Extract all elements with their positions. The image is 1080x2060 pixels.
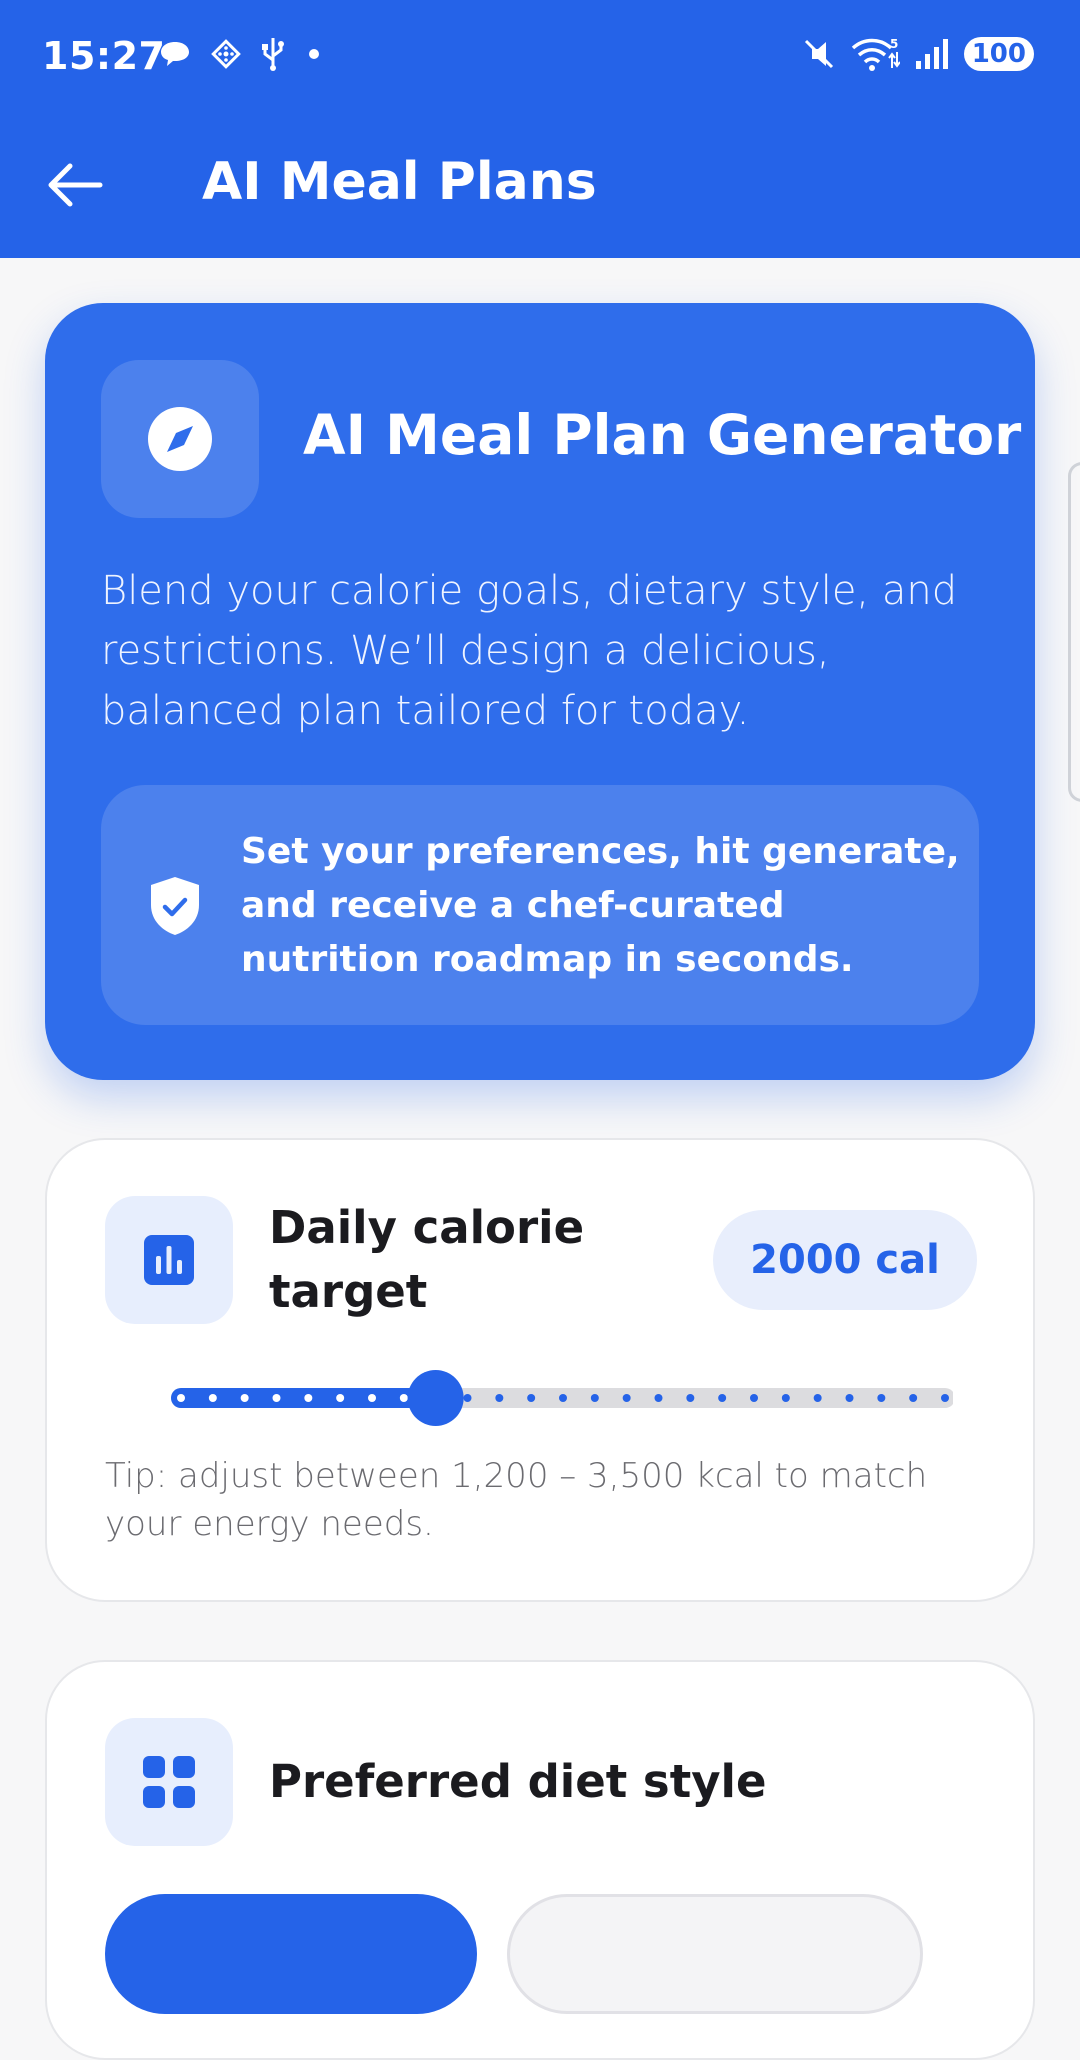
- calorie-icon-container: [105, 1196, 233, 1324]
- calorie-card: Daily calorie target 2000 cal Tip: adjus…: [45, 1138, 1035, 1602]
- diet-card-title: Preferred diet style: [269, 1755, 767, 1808]
- diamond-app-icon: [211, 39, 241, 69]
- diet-style-card: Preferred diet style: [45, 1660, 1035, 2060]
- slider-tick: [718, 1394, 727, 1402]
- hero-note: Set your preferences, hit generate, and …: [101, 785, 979, 1025]
- slider-tick: [304, 1394, 313, 1402]
- slider-tick: [654, 1394, 663, 1402]
- slider-tick: [941, 1394, 949, 1402]
- chat-bubble-icon: [161, 42, 189, 66]
- slider-tick: [399, 1394, 408, 1402]
- diet-icon-container: [105, 1718, 233, 1846]
- slider-tick: [527, 1394, 536, 1402]
- status-notification-icons: [158, 36, 326, 72]
- slider-tick: [177, 1394, 185, 1402]
- slider-tick: [495, 1394, 504, 1402]
- diet-option-selected[interactable]: [105, 1894, 477, 2014]
- slider-tick: [272, 1394, 281, 1402]
- arrow-left-icon: [48, 163, 103, 207]
- slider-tick: [559, 1394, 567, 1402]
- bar-chart-icon: [144, 1235, 194, 1285]
- slider-tick: [686, 1394, 695, 1402]
- slider-tick: [845, 1394, 854, 1402]
- slider-tick: [813, 1394, 822, 1402]
- slider-tick: [336, 1394, 345, 1402]
- slider-tick: [240, 1394, 249, 1402]
- hero-note-text: Set your preferences, hit generate, and …: [241, 831, 960, 980]
- mute-icon: [804, 39, 833, 69]
- slider-tick: [590, 1394, 599, 1402]
- slider-tick: [208, 1394, 217, 1402]
- slider-tick: [622, 1394, 631, 1402]
- back-button[interactable]: [44, 158, 110, 212]
- diet-option[interactable]: [507, 1894, 923, 2014]
- shield-check-icon: [151, 877, 199, 935]
- slider-thumb[interactable]: [407, 1370, 464, 1426]
- slider-tick: [750, 1394, 758, 1402]
- calorie-tip: Tip: adjust between 1,200 – 3,500 kcal t…: [105, 1456, 928, 1544]
- calorie-card-title: Daily calorie target: [269, 1201, 585, 1318]
- page-title: AI Meal Plans: [202, 152, 597, 212]
- grid-icon: [143, 1756, 195, 1808]
- calorie-slider[interactable]: [133, 1368, 953, 1428]
- slider-tick: [781, 1394, 790, 1402]
- battery-indicator: 100: [963, 37, 1034, 71]
- status-bar: 15:27 5 100: [0, 0, 1080, 112]
- hero-icon-container: [101, 360, 259, 518]
- hero-title: AI Meal Plan Generator: [303, 403, 1022, 467]
- compass-icon: [148, 407, 212, 471]
- slider-tick: [463, 1394, 472, 1402]
- hero-card: AI Meal Plan Generator Blend your calori…: [45, 303, 1035, 1080]
- dot-icon: [309, 49, 319, 59]
- app-bar: AI Meal Plans: [0, 112, 1080, 258]
- calorie-value-badge: 2000 cal: [713, 1210, 977, 1310]
- slider-tick: [877, 1394, 886, 1402]
- svg-text:5: 5: [890, 37, 898, 51]
- wifi-icon: 5: [851, 37, 900, 71]
- slider-tick: [368, 1394, 376, 1402]
- signal-icon: [915, 39, 948, 69]
- hero-description: Blend your calorie goals, dietary style,…: [101, 568, 958, 734]
- usb-icon: [262, 38, 284, 71]
- status-time: 15:27: [42, 34, 166, 78]
- slider-tick: [909, 1394, 918, 1402]
- side-panel-handle[interactable]: [1068, 462, 1080, 802]
- status-system-icons: 5 100: [802, 36, 1034, 72]
